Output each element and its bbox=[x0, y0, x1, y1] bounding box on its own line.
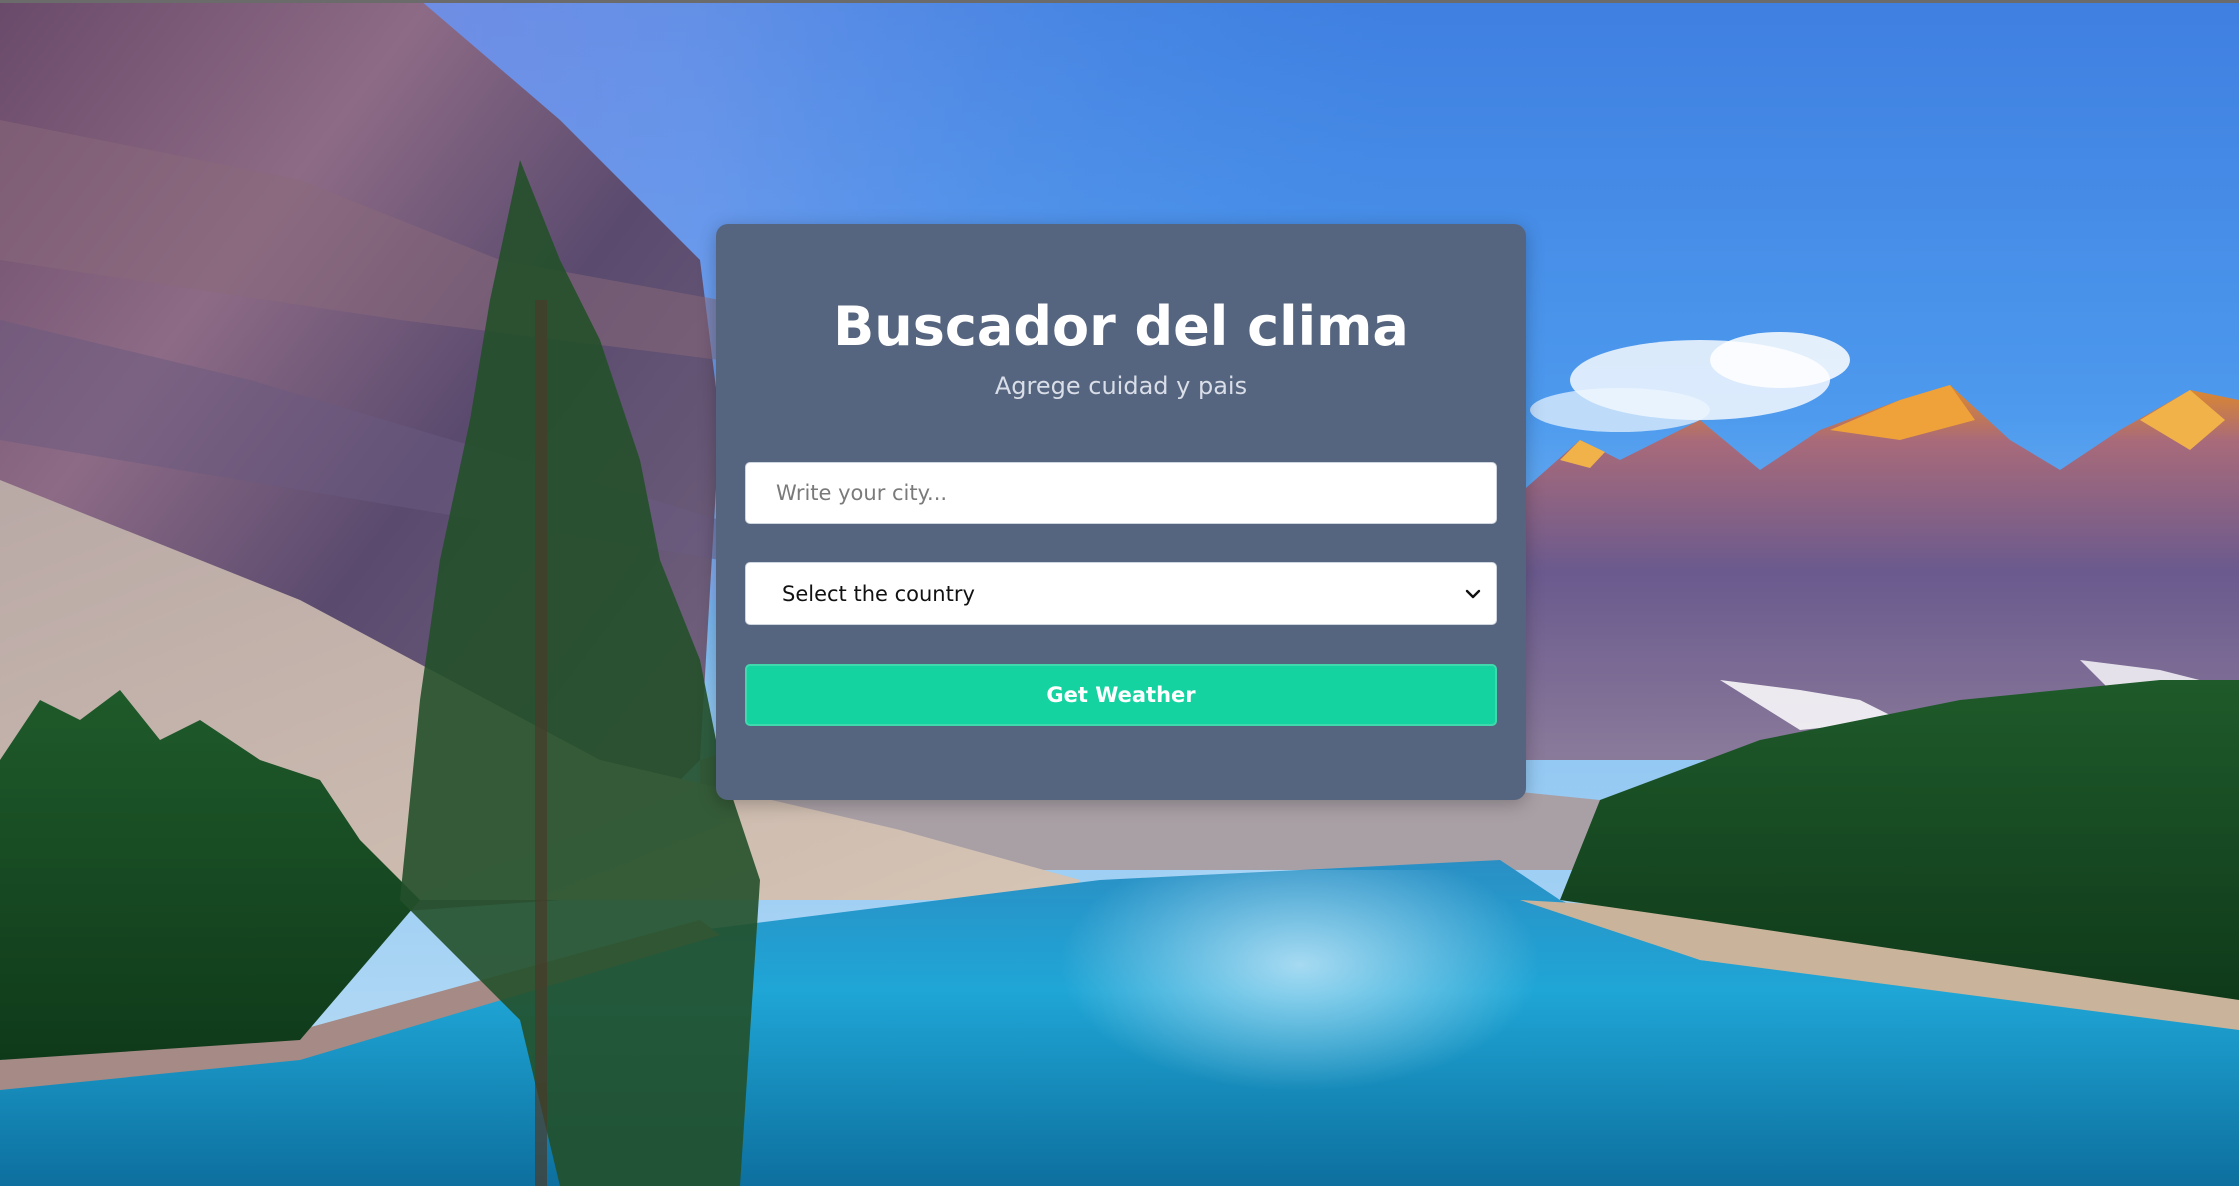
page-subtitle: Agrege cuidad y pais bbox=[994, 372, 1248, 400]
get-weather-button-label: Get Weather bbox=[1046, 683, 1196, 707]
get-weather-button[interactable]: Get Weather bbox=[745, 664, 1497, 726]
city-input[interactable] bbox=[745, 462, 1497, 524]
chevron-down-icon bbox=[1465, 589, 1481, 599]
weather-search-page: Buscador del clima Agrege cuidad y pais … bbox=[0, 0, 2239, 1186]
page-title: Buscador del clima bbox=[833, 295, 1409, 358]
country-select[interactable]: Select the country bbox=[745, 562, 1497, 625]
weather-form-card: Buscador del clima Agrege cuidad y pais … bbox=[716, 224, 1526, 800]
top-border bbox=[0, 0, 2239, 3]
country-select-value: Select the country bbox=[782, 581, 975, 606]
